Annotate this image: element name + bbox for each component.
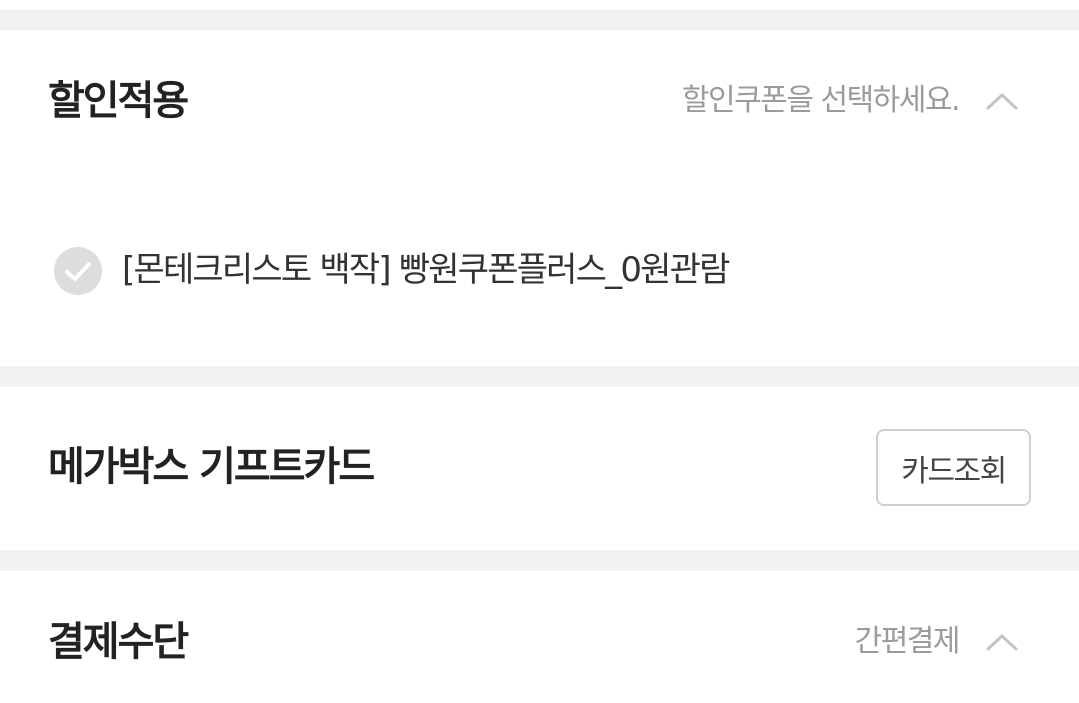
chevron-up-icon[interactable] — [984, 630, 1020, 654]
section-divider — [0, 550, 1079, 571]
discount-section-title: 할인적용 — [48, 78, 189, 124]
checkmark-icon[interactable] — [54, 247, 102, 295]
chevron-up-icon[interactable] — [984, 89, 1020, 113]
section-divider — [0, 10, 1079, 30]
payment-page: 할인적용 할인쿠폰을 선택하세요. [몬테크리스토 백작] 빵원쿠폰플러스_0원… — [0, 0, 1079, 703]
coupon-option[interactable]: [몬테크리스토 백작] 빵원쿠폰플러스_0원관람 — [54, 246, 834, 296]
coupon-label: [몬테크리스토 백작] 빵원쿠폰플러스_0원관람 — [122, 250, 730, 290]
card-lookup-button[interactable]: 카드조회 — [876, 429, 1031, 506]
section-divider — [0, 366, 1079, 387]
discount-coupon-hint[interactable]: 할인쿠폰을 선택하세요. — [682, 86, 961, 116]
gift-card-section-title: 메가박스 기프트카드 — [48, 444, 375, 490]
payment-method-section-title: 결제수단 — [48, 619, 189, 665]
payment-method-hint[interactable]: 간편결제 — [855, 627, 961, 657]
